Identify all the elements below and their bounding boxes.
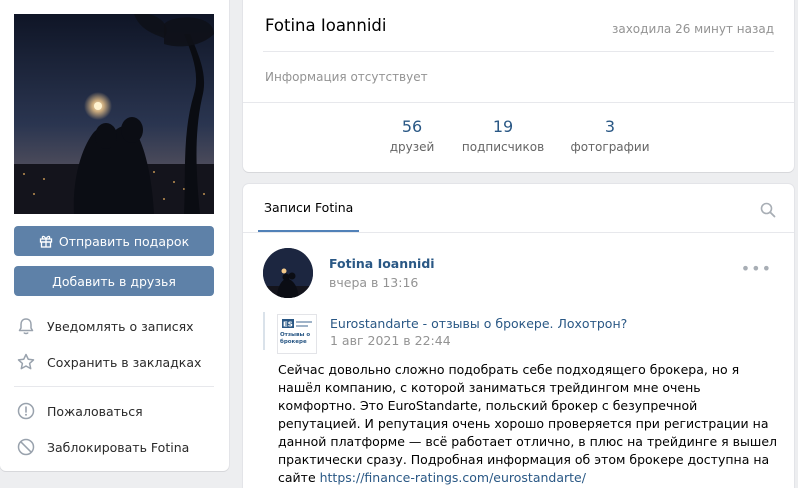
divider [243,102,794,103]
profile-info: Информация отсутствует [265,70,428,84]
gift-icon [39,235,53,248]
post-body: Сейчас довольно сложно подобрать себе по… [278,362,777,485]
avatar-image [263,248,313,298]
divider [14,386,214,387]
logo-mark: ES [283,321,293,329]
stat-followers[interactable]: 19 подписчиков [448,117,558,154]
notify-posts-action[interactable]: Уведомлять о записях [16,314,216,338]
repost-source-title[interactable]: Eurostandarte - отзывы о брокере. Лохотр… [330,316,627,331]
report-label: Пожаловаться [47,403,143,419]
divider [263,51,774,52]
post-author-avatar[interactable] [263,248,313,298]
more-options-icon[interactable]: ••• [741,259,772,278]
stat-count: 3 [604,117,616,136]
tab-wall-posts[interactable]: Записи Fotina [258,184,360,232]
broker-logo-icon: ES Отзывы о брокере [280,319,312,345]
post-link[interactable]: https://finance-ratings.com/eurostandart… [320,470,586,485]
profile-photo-image [14,14,214,214]
repost-source-logo[interactable]: ES Отзывы о брокере [277,314,317,354]
block-icon [17,438,35,456]
last-seen-status: заходила 26 минут назад [611,22,774,36]
search-icon[interactable] [760,202,776,218]
send-gift-label: Отправить подарок [58,233,190,249]
post-timestamp[interactable]: вчера в 13:16 [329,275,418,290]
post-author-name[interactable]: Fotina Ioannidi [329,256,435,271]
profile-name: Fotina Ioannidi [265,16,387,35]
repost-indicator [263,312,265,350]
repost-date[interactable]: 1 авг 2021 в 22:44 [330,333,451,348]
send-gift-button[interactable]: Отправить подарок [14,226,214,256]
block-action[interactable]: Заблокировать Fotina [16,435,216,459]
post-text: Сейчас довольно сложно подобрать себе по… [278,361,778,487]
report-action[interactable]: Пожаловаться [16,399,216,423]
stat-label: подписчиков [461,140,545,154]
bookmark-label: Сохранить в закладках [47,354,202,370]
notify-posts-label: Уведомлять о записях [47,318,194,334]
stat-count: 19 [492,117,514,136]
report-icon [17,402,35,420]
stat-label: фотографии [570,140,650,154]
add-friend-label: Добавить в друзья [52,273,176,289]
divider [243,232,794,233]
add-friend-button[interactable]: Добавить в друзья [14,266,214,296]
wall-posts: Записи Fotina Fotina Ioannidi вчера в 13… [243,184,794,488]
block-label: Заблокировать Fotina [47,439,190,455]
stat-photos[interactable]: 3 фотографии [555,117,665,154]
bell-icon [18,318,34,335]
profile-sidebar: Отправить подарок Добавить в друзья Увед… [0,0,229,471]
logo-caption: Отзывы о брокере [280,332,311,345]
star-icon [17,353,35,370]
profile-header: Fotina Ioannidi заходила 26 минут назад … [243,0,794,172]
profile-photo[interactable] [14,14,214,214]
bookmark-action[interactable]: Сохранить в закладках [16,350,216,374]
